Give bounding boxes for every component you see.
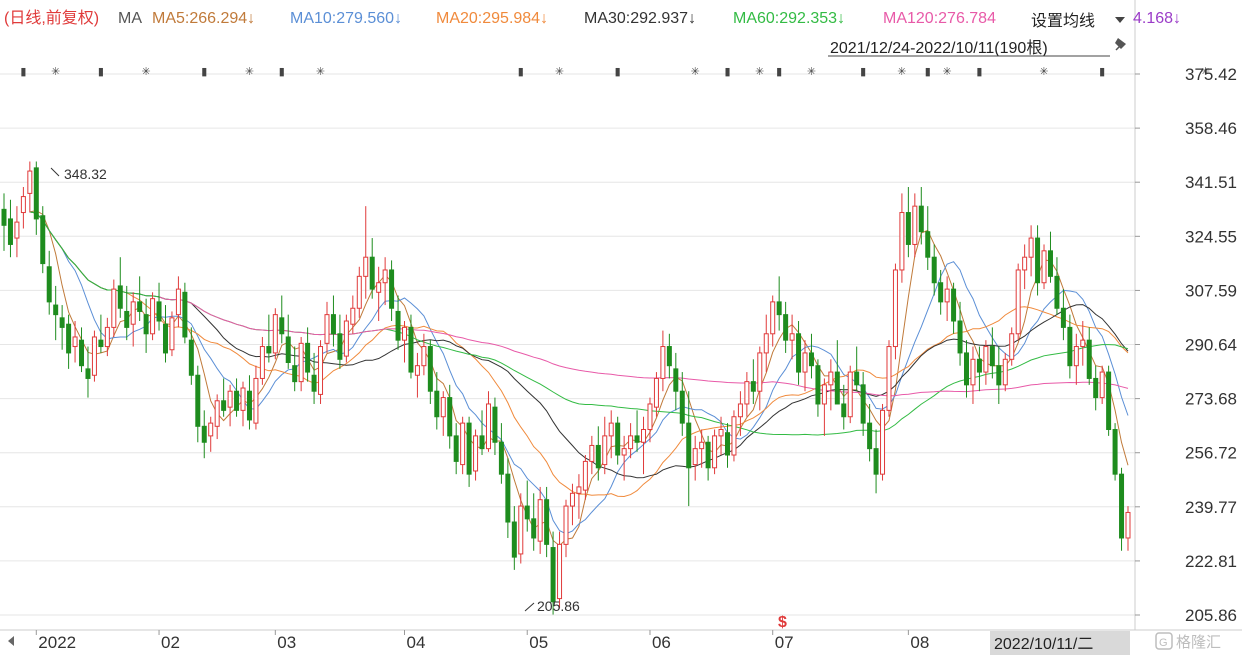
x-tick-label: 03 <box>277 633 296 652</box>
event-marker[interactable]: ▮ <box>776 66 782 78</box>
event-marker[interactable]: ▮ <box>518 66 524 78</box>
ma-label[interactable]: MA <box>118 10 142 27</box>
candle[interactable] <box>886 340 892 417</box>
event-marker[interactable]: ▮ <box>279 66 285 78</box>
event-marker[interactable]: ▮ <box>724 66 730 78</box>
current-date-label: 2022/10/11/二 <box>994 636 1093 653</box>
candle[interactable] <box>892 263 898 360</box>
x-axis: 2022 02 03 04 05 06 07 08 <box>35 630 929 652</box>
candle[interactable] <box>318 340 324 404</box>
ma-legend-item[interactable]: MA120:276.784 <box>883 10 996 27</box>
candle[interactable] <box>847 365 853 424</box>
x-tick-label: 05 <box>529 633 548 652</box>
ma-legend-item[interactable]: MA5:266.294↓ <box>152 10 255 27</box>
event-marker[interactable]: ✳ <box>1039 66 1048 78</box>
chart-title: (日线,前复权) <box>4 9 99 27</box>
settings-button[interactable]: 设置均线 <box>1031 12 1095 30</box>
event-marker[interactable]: ▮ <box>201 66 207 78</box>
date-range: 2021/12/24-2022/10/11(190根) <box>830 39 1048 57</box>
ma-legend-item[interactable]: MA60:292.353↓ <box>733 10 845 27</box>
event-marker[interactable]: ✳ <box>245 66 254 78</box>
dividend-icon[interactable]: $ <box>778 614 787 631</box>
watermark-text: 格隆汇 <box>1176 634 1221 651</box>
stock-chart: ▮ ✳ ▮ ✳ ▮ ✳ ▮ ✳ ▮ ✳ ▮ ✳ ▮ ✳ ▮ ✳ ▮ ✳ ▮ ✳ ▮ ✳ ▮ ✳ 375.42358.46341… <box>0 0 1242 655</box>
event-marker[interactable]: ✳ <box>691 66 700 78</box>
event-marker[interactable]: ▮ <box>976 66 982 78</box>
event-marker[interactable]: ✳ <box>142 66 151 78</box>
candle[interactable] <box>712 429 718 475</box>
scroll-left-icon[interactable] <box>8 636 14 646</box>
event-marker[interactable]: ▮ <box>20 66 26 78</box>
x-tick-label: 08 <box>910 633 929 652</box>
ma-legend-item[interactable]: MA10:279.560↓ <box>290 10 402 27</box>
candle[interactable] <box>91 330 97 382</box>
event-marker[interactable]: ✳ <box>943 66 952 78</box>
candle[interactable] <box>169 311 175 357</box>
low-annotation: 205.86 <box>537 598 580 614</box>
event-marker[interactable]: ▮ <box>925 66 931 78</box>
candle[interactable] <box>1041 244 1047 290</box>
candle[interactable] <box>40 206 46 274</box>
candle[interactable] <box>150 292 156 341</box>
y-tick-label: 239.77 <box>1185 498 1237 517</box>
candle[interactable] <box>1119 467 1125 551</box>
high-annotation: 348.32 <box>64 166 107 182</box>
ma-legend-item[interactable]: MA30:292.937↓ <box>584 10 696 27</box>
event-marker[interactable]: ✳ <box>897 66 906 78</box>
y-tick-label: 222.81 <box>1185 552 1237 571</box>
event-marker[interactable]: ▮ <box>98 66 104 78</box>
y-tick-label: 205.86 <box>1185 606 1237 625</box>
ma250-fragment: 4.168↓ <box>1133 10 1181 27</box>
event-marker[interactable]: ✳ <box>555 66 564 78</box>
y-tick-label: 256.72 <box>1185 444 1237 463</box>
y-tick-label: 324.55 <box>1185 227 1237 246</box>
y-tick-label: 358.46 <box>1185 119 1237 138</box>
candle[interactable] <box>880 403 886 481</box>
candle[interactable] <box>1015 263 1021 341</box>
x-tick-label: 2022 <box>38 633 76 652</box>
watermark-logo: G 格隆汇 <box>1155 632 1221 651</box>
event-marker[interactable]: ▮ <box>860 66 866 78</box>
y-tick-label: 341.51 <box>1185 173 1237 192</box>
x-tick-label: 04 <box>407 633 426 652</box>
y-tick-label: 375.42 <box>1185 65 1237 84</box>
event-marker[interactable]: ▮ <box>1099 66 1105 78</box>
x-tick-label: 02 <box>161 633 180 652</box>
candle[interactable] <box>272 308 278 360</box>
candle[interactable] <box>1106 365 1112 436</box>
y-tick-label: 273.68 <box>1185 390 1237 409</box>
candle[interactable] <box>343 314 349 363</box>
event-marker[interactable]: ✳ <box>316 66 325 78</box>
event-marker[interactable]: ✳ <box>51 66 60 78</box>
y-tick-label: 290.64 <box>1185 336 1237 355</box>
event-marker[interactable]: ▮ <box>615 66 621 78</box>
ma-legend-item[interactable]: MA20:295.984↓ <box>436 10 548 27</box>
candle[interactable] <box>731 410 737 462</box>
x-tick-label: 06 <box>652 633 671 652</box>
y-tick-label: 307.59 <box>1185 281 1237 300</box>
y-axis: 375.42 358.46 341.51 324.55 307.59 290.64 273.… <box>1135 65 1237 625</box>
svg-text:G: G <box>1159 637 1168 649</box>
event-marker[interactable]: ✳ <box>755 66 764 78</box>
candle[interactable] <box>182 282 188 344</box>
x-tick-label: 07 <box>775 633 794 652</box>
candle[interactable] <box>1112 423 1118 481</box>
event-marker[interactable]: ✳ <box>807 66 816 78</box>
